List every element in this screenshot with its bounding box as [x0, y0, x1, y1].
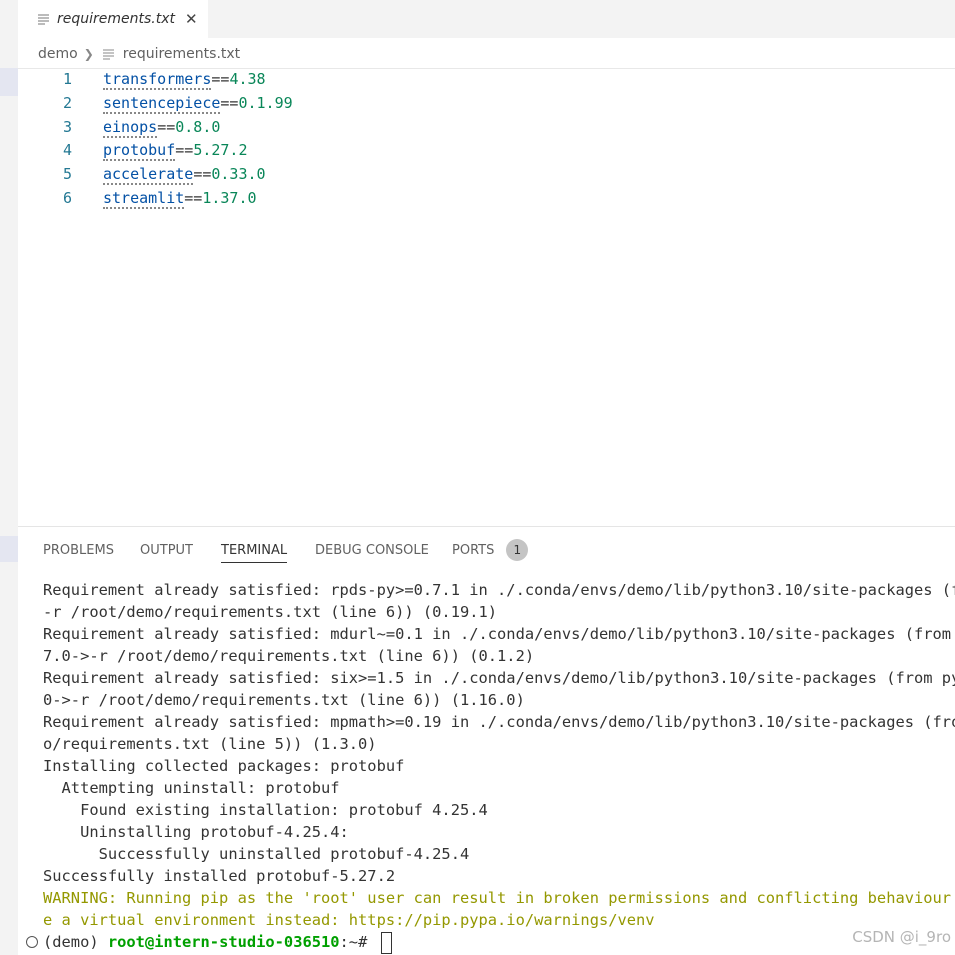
package-version: 0.8.0	[175, 118, 221, 136]
terminal-line: Successfully uninstalled protobuf-4.25.4	[43, 845, 470, 863]
panel-tab-bar: PROBLEMS OUTPUT TERMINAL DEBUG CONSOLE P…	[18, 527, 955, 573]
terminal-line: o/requirements.txt (line 5)) (1.3.0)	[43, 735, 377, 753]
package-name: einops	[103, 118, 158, 138]
terminal-line: 7.0->-r /root/demo/requirements.txt (lin…	[43, 647, 535, 665]
terminal-line: Attempting uninstall: protobuf	[43, 779, 340, 797]
package-name: protobuf	[103, 141, 176, 161]
editor-line[interactable]: 4 protobuf==5.27.2	[18, 138, 248, 162]
terminal-line: Successfully installed protobuf-5.27.2	[43, 867, 396, 885]
circle-icon	[26, 936, 38, 948]
terminal-line: Requirement already satisfied: mpmath>=0…	[43, 713, 955, 731]
operator: ==	[211, 70, 230, 88]
tab-output[interactable]: OUTPUT	[140, 527, 193, 573]
package-name: accelerate	[103, 165, 194, 185]
line-number: 2	[62, 94, 72, 112]
terminal-line: Requirement already satisfied: mdurl~=0.…	[43, 625, 955, 643]
tab-ports[interactable]: PORTS 1	[452, 527, 529, 573]
activity-strip-highlight	[0, 68, 18, 96]
editor-tab-bar: requirements.txt ✕	[18, 0, 955, 38]
package-name: transformers	[103, 70, 212, 90]
terminal-line: Requirement already satisfied: rpds-py>=…	[43, 581, 955, 599]
package-name: sentencepiece	[103, 94, 221, 114]
editor-line[interactable]: 6 streamlit==1.37.0	[18, 186, 257, 210]
package-version: 0.1.99	[238, 94, 293, 112]
terminal-warning-line: WARNING: Running pip as the 'root' user …	[43, 889, 955, 907]
file-text-icon	[102, 49, 114, 60]
operator: ==	[220, 94, 239, 112]
activity-strip-highlight	[0, 536, 18, 562]
terminal-line: -r /root/demo/requirements.txt (line 6))…	[43, 603, 498, 621]
tab-ports-label: PORTS	[452, 542, 495, 558]
editor-line[interactable]: 5 accelerate==0.33.0	[18, 162, 266, 186]
line-number: 4	[62, 141, 72, 159]
package-version: 1.37.0	[202, 189, 257, 207]
package-name: streamlit	[103, 189, 185, 209]
operator: ==	[175, 141, 194, 159]
operator: ==	[184, 189, 203, 207]
code-editor[interactable]: 1 transformers==4.38 2 sentencepiece==0.…	[18, 68, 955, 527]
operator: ==	[193, 165, 212, 183]
breadcrumb: demo ❯ requirements.txt	[38, 44, 240, 64]
line-number: 6	[62, 189, 72, 207]
chevron-right-icon: ❯	[83, 47, 94, 61]
package-version: 4.38	[229, 70, 266, 88]
terminal-line: Uninstalling protobuf-4.25.4:	[43, 823, 349, 841]
tab-debug-console[interactable]: DEBUG CONSOLE	[315, 527, 429, 573]
activity-strip	[0, 0, 18, 955]
tab-label: requirements.txt	[57, 11, 176, 27]
terminal-line: Found existing installation: protobuf 4.…	[43, 801, 488, 819]
operator: ==	[157, 118, 176, 136]
package-version: 5.27.2	[193, 141, 248, 159]
line-number: 5	[62, 165, 72, 183]
terminal-prompt[interactable]: (demo) root@intern-studio-036510:~#	[43, 931, 392, 954]
prompt-path: :~#	[339, 933, 377, 951]
prompt-env: (demo)	[43, 933, 108, 951]
close-icon[interactable]: ✕	[185, 10, 198, 28]
ports-count-badge: 1	[506, 539, 529, 561]
editor-line[interactable]: 2 sentencepiece==0.1.99	[18, 91, 293, 115]
prompt-user: root@intern-studio-036510	[107, 933, 340, 951]
line-number: 1	[62, 70, 72, 88]
terminal-cursor	[380, 931, 392, 954]
terminal-warning-line: e a virtual environment instead: https:/…	[43, 911, 655, 929]
watermark: CSDN @i_9ro	[852, 928, 951, 946]
breadcrumb-folder[interactable]: demo	[38, 46, 78, 62]
terminal-line: Installing collected packages: protobuf	[43, 757, 405, 775]
file-text-icon	[38, 14, 49, 25]
terminal-line: 0->-r /root/demo/requirements.txt (line …	[43, 691, 525, 709]
package-version: 0.33.0	[211, 165, 266, 183]
line-number: 3	[62, 118, 72, 136]
terminal-line: Requirement already satisfied: six>=1.5 …	[43, 669, 955, 687]
editor-line[interactable]: 1 transformers==4.38	[18, 67, 266, 91]
tab-terminal[interactable]: TERMINAL	[221, 527, 288, 573]
editor-line[interactable]: 3 einops==0.8.0	[18, 115, 220, 139]
tab-problems[interactable]: PROBLEMS	[43, 527, 114, 573]
breadcrumb-file[interactable]: requirements.txt	[123, 46, 240, 62]
terminal-output[interactable]: Requirement already satisfied: rpds-py>=…	[18, 577, 955, 955]
tab-requirements[interactable]: requirements.txt ✕	[18, 0, 208, 38]
